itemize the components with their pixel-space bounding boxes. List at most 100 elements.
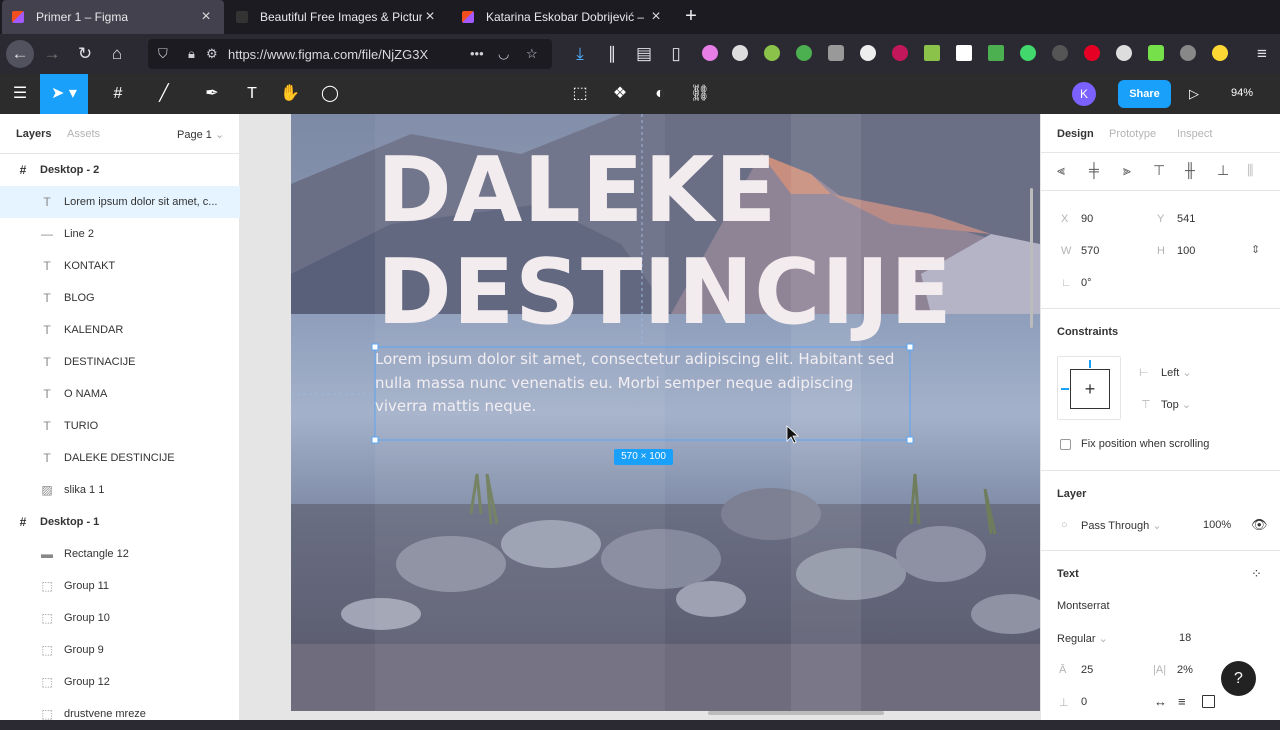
layer-row[interactable]: ⬚ Group 9	[0, 634, 240, 666]
hand-tool-icon[interactable]: ✋	[278, 74, 302, 114]
pen-tool-icon[interactable]: ✒	[190, 74, 234, 114]
eyedropper-extension-icon[interactable]	[702, 45, 718, 61]
new-tab-icon[interactable]: +	[680, 6, 702, 28]
layer-row[interactable]: # Desktop - 1	[0, 506, 240, 538]
layer-row[interactable]: T DALEKE DESTINCIJE	[0, 442, 240, 474]
align-middle-icon[interactable]: ╫	[1185, 162, 1195, 178]
line-height-input[interactable]: 25	[1081, 664, 1093, 676]
layer-row[interactable]: T BLOG	[0, 282, 240, 314]
link-icon[interactable]: ⛓	[688, 74, 712, 114]
extension-icon[interactable]	[1148, 45, 1164, 61]
tab-figma[interactable]: Primer 1 – Figma ×	[2, 0, 224, 34]
more-icon[interactable]: •••	[470, 46, 484, 61]
vertical-scrollbar[interactable]	[1030, 188, 1033, 328]
line-tool-icon[interactable]: ╱	[142, 74, 186, 114]
resize-handle-bl[interactable]	[371, 436, 379, 444]
layer-row[interactable]: T KALENDAR	[0, 314, 240, 346]
canvas[interactable]: DALEKE DESTINCIJE Lorem ipsum dolor sit …	[240, 114, 1040, 720]
top-constraint-indicator[interactable]	[1089, 360, 1091, 368]
home-icon[interactable]: ⌂	[103, 40, 131, 68]
ruler-extension-icon[interactable]	[924, 45, 940, 61]
reload-icon[interactable]: ↻	[71, 40, 99, 68]
layer-row[interactable]: T O NAMA	[0, 378, 240, 410]
distribute-icon[interactable]: ⫼	[1247, 162, 1253, 179]
extension-icon[interactable]	[988, 45, 1004, 61]
url-bar[interactable]: ⛉ 🔒︎ ⚙ https://www.figma.com/file/NjZG3X…	[148, 39, 552, 69]
crop-icon[interactable]: ⬚	[568, 74, 592, 114]
w-input[interactable]: 570	[1081, 245, 1099, 257]
align-left-icon[interactable]: ⫷	[1057, 162, 1065, 179]
auto-height-icon[interactable]: ≡	[1178, 694, 1186, 709]
constraint-h-select[interactable]: Left ⌄	[1161, 366, 1192, 379]
sidebar-icon[interactable]: ▤	[630, 40, 658, 68]
close-tab-icon[interactable]: ×	[648, 8, 664, 26]
layer-row[interactable]: # Desktop - 2	[0, 154, 240, 186]
horizontal-scrollbar[interactable]	[708, 711, 884, 715]
extension-icon[interactable]	[860, 45, 876, 61]
font-weight-select[interactable]: Regular ⌄	[1057, 632, 1108, 645]
layer-row[interactable]: T TURIO	[0, 410, 240, 442]
fixed-size-icon[interactable]	[1202, 695, 1215, 708]
tab-katarina[interactable]: Katarina Eskobar Dobrijević – Fi ×	[452, 0, 674, 34]
layer-row[interactable]: ⬚ drustvene mreze	[0, 698, 240, 730]
comment-tool-icon[interactable]: ◯	[318, 74, 342, 114]
avatar[interactable]: K	[1072, 82, 1096, 106]
x-input[interactable]: 90	[1081, 213, 1093, 225]
present-play-icon[interactable]: ▷	[1189, 84, 1205, 104]
main-menu-icon[interactable]: ☰	[6, 74, 34, 114]
extension-icon[interactable]	[764, 45, 780, 61]
align-center-h-icon[interactable]: ╪	[1089, 162, 1099, 178]
assets-tab[interactable]: Assets	[67, 128, 100, 140]
font-family-select[interactable]: Montserrat	[1057, 600, 1110, 612]
download-icon[interactable]: ⤓	[566, 40, 594, 68]
resize-handle-br[interactable]	[906, 436, 914, 444]
page-selector[interactable]: Page 1 ⌄	[177, 128, 224, 141]
rotation-input[interactable]: 0°	[1081, 277, 1092, 289]
layer-row[interactable]: ⬚ Group 11	[0, 570, 240, 602]
grammarly-icon[interactable]	[1020, 45, 1036, 61]
fix-position-checkbox[interactable]	[1060, 439, 1071, 450]
bookmark-star-icon[interactable]: ☆	[526, 46, 538, 62]
tab-images[interactable]: Beautiful Free Images & Pictures ×	[226, 0, 448, 34]
letter-spacing-input[interactable]: 2%	[1177, 664, 1193, 676]
font-size-input[interactable]: 18	[1179, 632, 1191, 644]
extension-icon[interactable]	[828, 45, 844, 61]
sun-icon[interactable]	[1212, 45, 1228, 61]
pinterest-icon[interactable]	[1084, 45, 1100, 61]
extension-icon[interactable]	[892, 45, 908, 61]
text-styles-icon[interactable]: ⁘	[1251, 566, 1262, 582]
paragraph-spacing-input[interactable]: 0	[1081, 696, 1087, 708]
selected-paragraph-text[interactable]: Lorem ipsum dolor sit amet, consectetur …	[375, 348, 909, 419]
opacity-input[interactable]: 100%	[1203, 519, 1231, 531]
eye-icon[interactable]: 👁︎	[1251, 517, 1268, 533]
menu-icon[interactable]: ≡	[1248, 40, 1276, 68]
library-icon[interactable]: ∥	[598, 40, 626, 68]
layer-row[interactable]: ▬ Rectangle 12	[0, 538, 240, 570]
tab-prototype[interactable]: Prototype	[1109, 128, 1156, 140]
layer-row[interactable]: ⬚ Group 10	[0, 602, 240, 634]
ghost-extension-icon[interactable]	[732, 45, 748, 61]
layer-row[interactable]: T KONTAKT	[0, 250, 240, 282]
layer-row[interactable]: ⬚ Group 12	[0, 666, 240, 698]
extension-icon[interactable]	[796, 45, 812, 61]
align-top-icon[interactable]: ⊤	[1153, 162, 1165, 179]
layer-row[interactable]: — Line 2	[0, 218, 240, 250]
tab-inspect[interactable]: Inspect	[1177, 128, 1212, 140]
forward-arrow-icon[interactable]: →	[38, 40, 66, 68]
text-tool-icon[interactable]: T	[240, 74, 264, 114]
extension-icon[interactable]	[1052, 45, 1068, 61]
help-button[interactable]: ?	[1221, 661, 1256, 696]
y-input[interactable]: 541	[1177, 213, 1195, 225]
pocket-icon[interactable]: ◡	[498, 46, 509, 62]
layer-row[interactable]: ▨ slika 1 1	[0, 474, 240, 506]
layers-tab[interactable]: Layers	[16, 128, 51, 140]
component-icon[interactable]: ❖	[608, 74, 632, 114]
extension-icon[interactable]	[1180, 45, 1196, 61]
mask-icon[interactable]: ◐	[648, 74, 672, 114]
left-constraint-indicator[interactable]	[1061, 388, 1069, 390]
layer-row[interactable]: T DESTINACIJE	[0, 346, 240, 378]
h-input[interactable]: 100	[1177, 245, 1195, 257]
align-bottom-icon[interactable]: ⊥	[1217, 162, 1229, 179]
frame-tool-icon[interactable]: #	[96, 74, 140, 114]
align-right-icon[interactable]: ⫸	[1123, 162, 1131, 179]
